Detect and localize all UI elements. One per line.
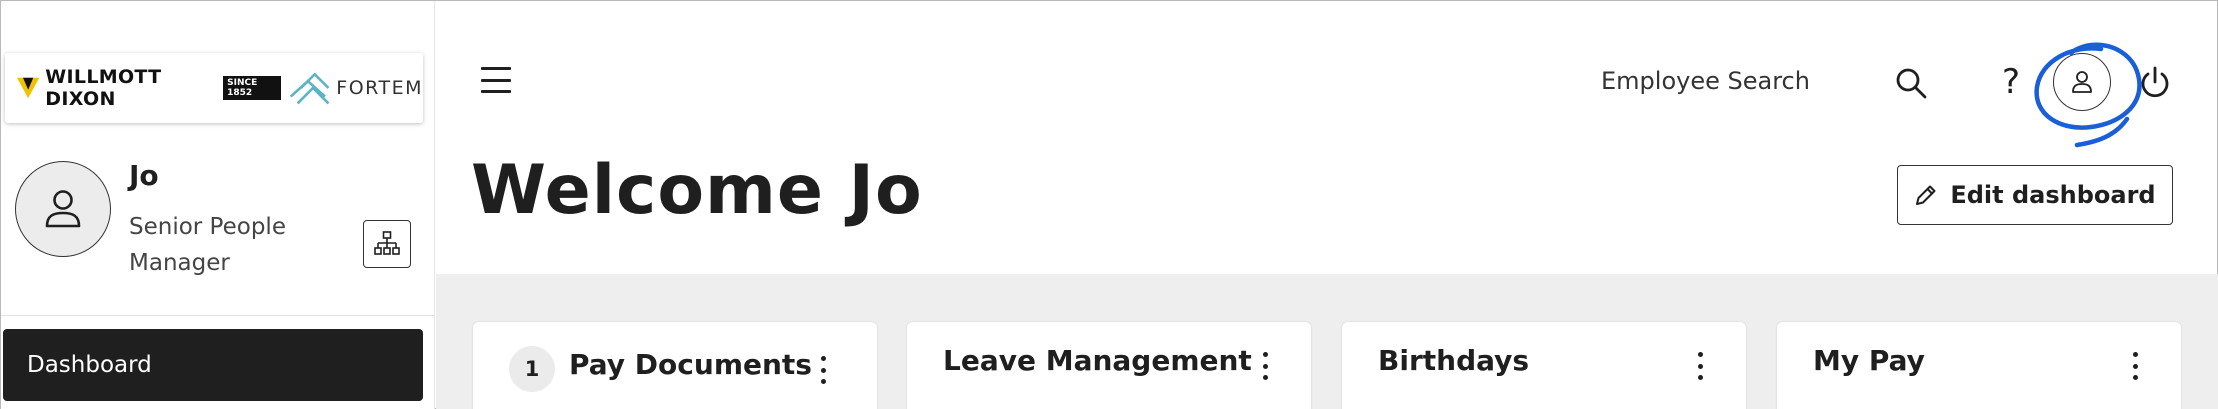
logo-secondary-text: FORTEM [336,77,424,99]
widget-title: My Pay [1813,344,1925,377]
widget-title: Birthdays [1378,344,1530,377]
willmott-dixon-triangle-icon [17,77,40,99]
edit-dashboard-button[interactable]: Edit dashboard [1897,165,2173,225]
search-icon [1896,68,1927,99]
search-button[interactable] [1891,63,1931,103]
logo-primary-text: WILLMOTT DIXON [45,66,162,110]
widget-menu-button[interactable] [2129,352,2141,380]
hamburger-icon [481,67,511,70]
logo-since-text: SINCE 1852 [223,76,282,100]
company-logo: WILLMOTT DIXON SINCE 1852 FORTEM [5,53,423,123]
widget-my-pay[interactable]: My Pay [1777,322,2181,409]
pencil-icon [1916,185,1936,205]
dashboard-widgets: 1 Pay Documents Leave Management Birthda… [436,274,2218,409]
fortem-chevron-icon [289,72,330,105]
user-icon [45,190,81,228]
widget-leave-management[interactable]: Leave Management [907,322,1311,409]
user-icon [2072,71,2092,93]
avatar[interactable] [15,161,111,257]
widget-birthdays[interactable]: Birthdays [1342,322,1746,409]
org-chart-icon [374,231,400,255]
logout-button[interactable] [2135,63,2175,103]
user-role: Senior People Manager [129,214,286,276]
widget-menu-button[interactable] [1694,352,1706,380]
sidebar: WILLMOTT DIXON SINCE 1852 FORTEM Jo Seni… [1,1,435,409]
kebab-menu-icon [820,356,826,361]
kebab-menu-icon [2132,352,2138,357]
count-badge: 1 [509,346,555,392]
edit-dashboard-label: Edit dashboard [1950,181,2156,209]
hamburger-menu-button[interactable] [481,67,511,93]
sidebar-item-label: Dashboard [27,352,152,378]
user-profile: Jo Senior People Manager [1,151,435,316]
widget-menu-button[interactable] [817,356,829,384]
org-chart-button[interactable] [363,220,411,268]
widget-title: Leave Management [943,344,1252,377]
help-icon: ? [2001,62,2021,102]
user-name: Jo [129,159,159,192]
user-menu-button[interactable] [2053,53,2111,111]
page-title: Welcome Jo [471,151,923,230]
power-icon [2141,66,2169,98]
kebab-menu-icon [1262,352,1268,357]
sidebar-item-dashboard[interactable]: Dashboard [3,329,423,401]
help-button[interactable]: ? [1993,59,2029,105]
kebab-menu-icon [1697,352,1703,357]
widget-pay-documents[interactable]: 1 Pay Documents [473,322,877,409]
widget-title: Pay Documents [569,348,812,381]
widget-menu-button[interactable] [1259,352,1271,380]
employee-search-link[interactable]: Employee Search [1601,67,1810,95]
